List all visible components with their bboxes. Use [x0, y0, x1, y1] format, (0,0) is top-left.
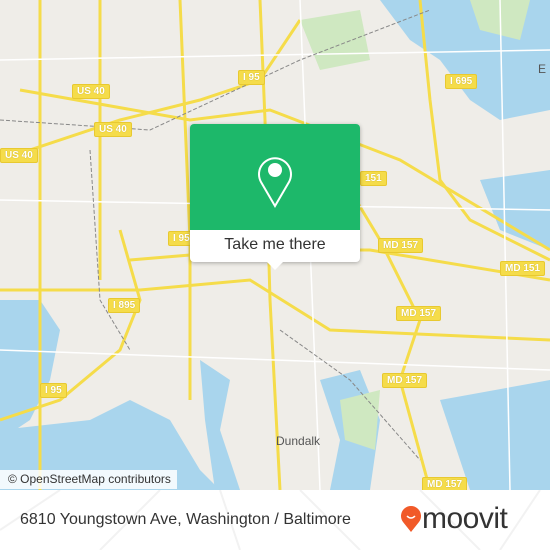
road-label: US 40 [72, 84, 110, 99]
location-popup: Take me there [190, 124, 360, 270]
road-label: US 40 [0, 148, 38, 163]
map-attribution[interactable]: © OpenStreetMap contributors [0, 470, 177, 489]
brand-name: moovit [422, 502, 508, 535]
road-label: MD 157 [378, 238, 424, 253]
moovit-pin-icon [401, 506, 421, 532]
water [200, 360, 240, 490]
place-label: Dundalk [276, 434, 321, 448]
road-label: MD 157 [396, 306, 442, 321]
road-label: I 95 [238, 70, 265, 85]
road-label: MD 157 [422, 477, 468, 490]
map[interactable]: I 95 US 40 US 40 US 40 I 695 151 I 95 MD… [0, 0, 550, 490]
popup-header [190, 124, 360, 230]
address-text: 6810 Youngstown Ave, Washington / Baltim… [20, 511, 351, 528]
road-label: US 40 [94, 122, 132, 137]
take-me-there-button[interactable]: Take me there [190, 230, 360, 262]
water [0, 300, 60, 440]
road-label: I 95 [40, 383, 67, 398]
water [440, 380, 550, 490]
moovit-logo[interactable]: moovit [400, 502, 508, 536]
road-label: 151 [360, 171, 387, 186]
place-label: E [538, 62, 547, 76]
road-label: MD 151 [500, 261, 546, 276]
road-label: I 695 [445, 74, 478, 89]
map-pin-icon [258, 157, 292, 208]
road-label: I 895 [108, 298, 141, 313]
park [300, 10, 370, 70]
road-label: MD 157 [382, 373, 428, 388]
